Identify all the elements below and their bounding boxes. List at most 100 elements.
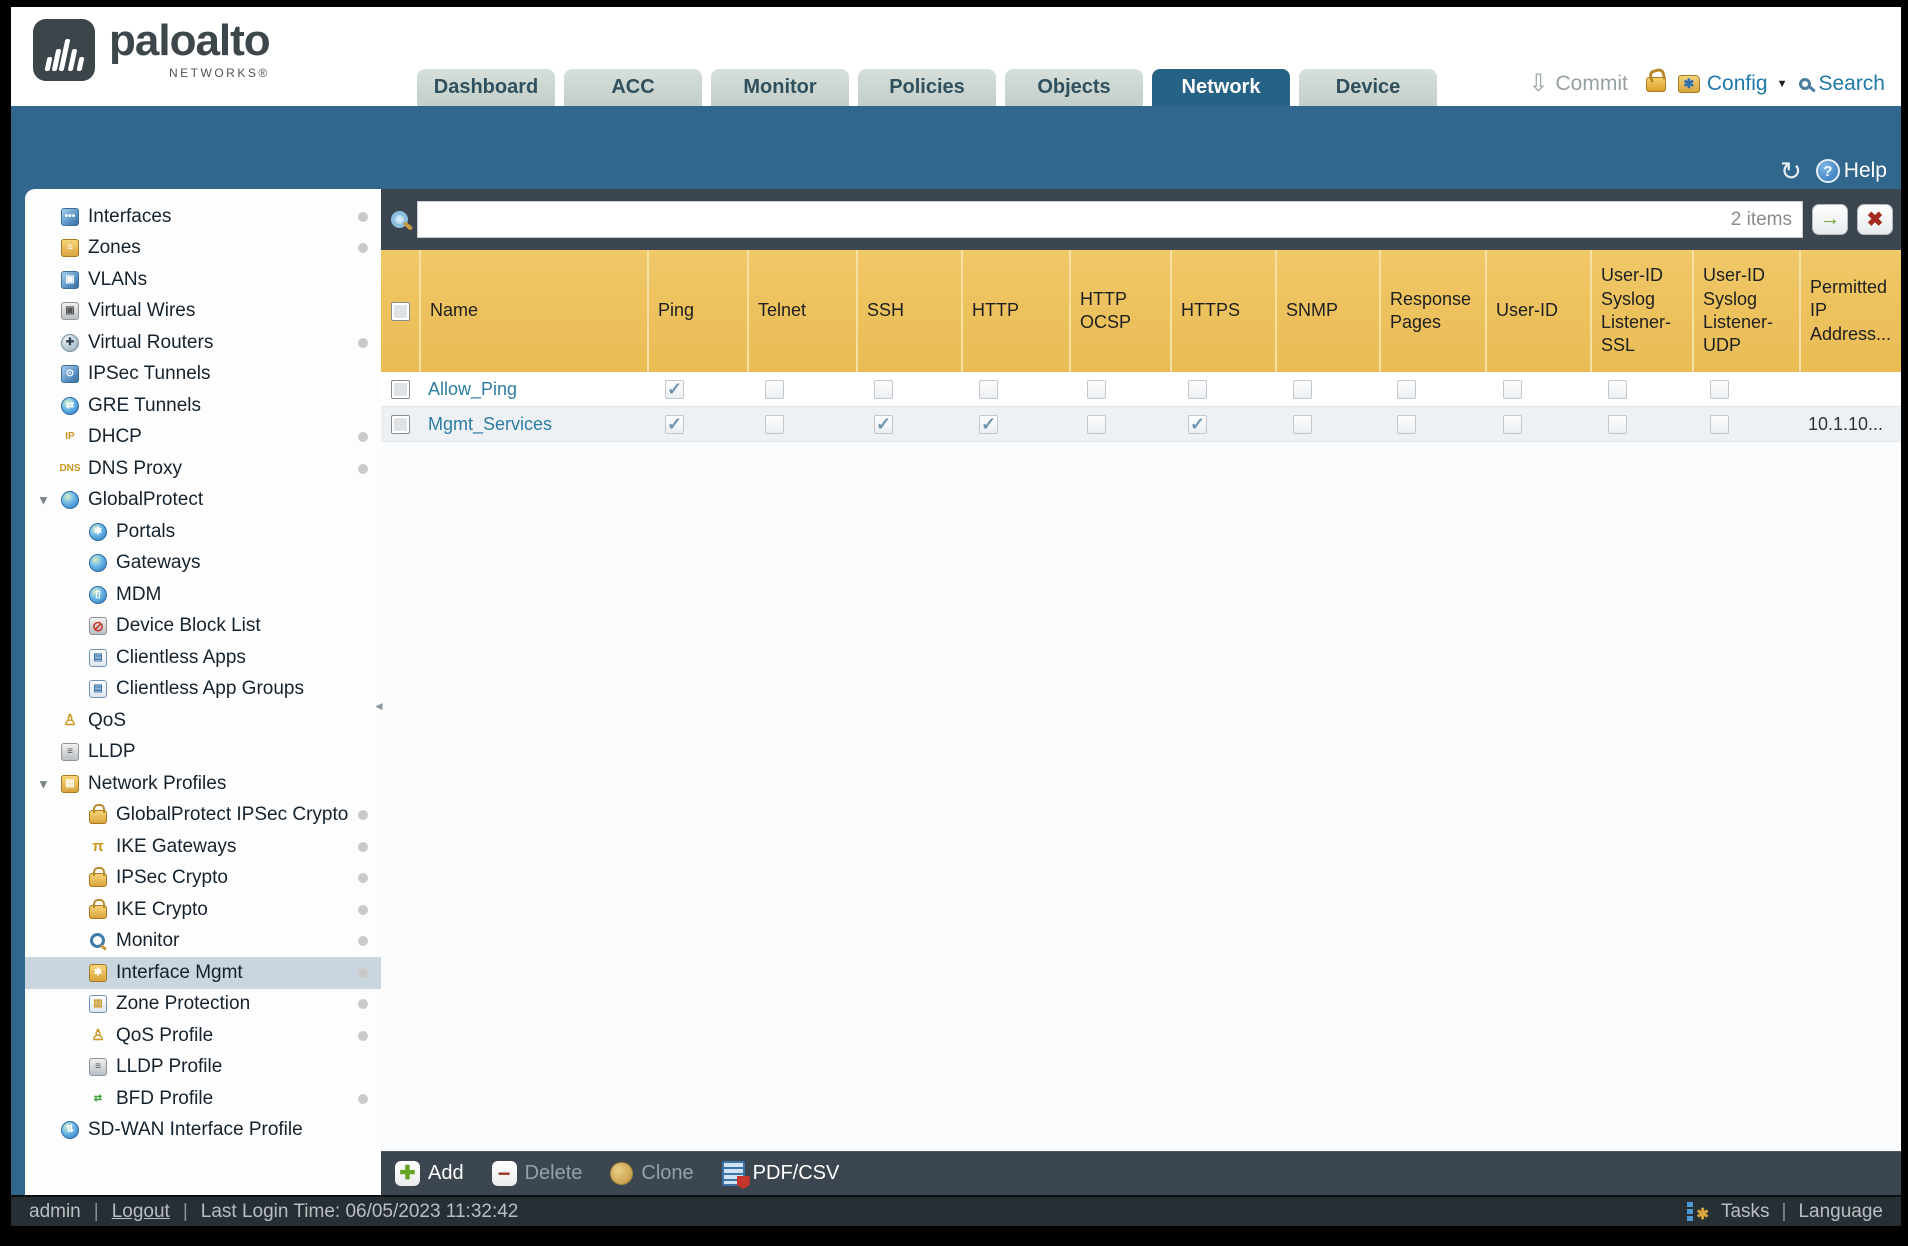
sidebar-item-ike-gateways[interactable]: π IKE Gateways	[25, 831, 381, 863]
expander-icon[interactable]: ▼	[37, 776, 50, 791]
sidebar-item-virtual-wires[interactable]: ▣ Virtual Wires	[25, 296, 381, 328]
logout-link[interactable]: Logout	[112, 1201, 170, 1223]
column-header-label: HTTP OCSP	[1080, 288, 1132, 332]
help-button[interactable]: ? Help	[1815, 159, 1887, 183]
tasks-button[interactable]: Tasks	[1721, 1201, 1770, 1223]
sidebar-item-lldp[interactable]: ≡ LLDP	[25, 737, 381, 769]
language-button[interactable]: Language	[1798, 1201, 1883, 1223]
row-name-link[interactable]: Allow_Ping	[428, 379, 517, 400]
interfaces-icon: •••	[61, 207, 79, 226]
sidebar-item-gre-tunnels[interactable]: ⇄ GRE Tunnels	[25, 390, 381, 422]
sidebar-item-globalprotect-ipsec-crypto[interactable]: GlobalProtect IPSec Crypto	[25, 800, 381, 832]
service-checkbox[interactable]	[1087, 379, 1106, 399]
sidebar-item-dhcp[interactable]: IP DHCP	[25, 422, 381, 454]
pdf-csv-button[interactable]: PDF/CSV	[721, 1161, 839, 1186]
last-login-time: Last Login Time: 06/05/2023 11:32:42	[200, 1200, 519, 1222]
sidebar-item-label: Virtual Wires	[88, 300, 196, 322]
sidebar-collapse-icon[interactable]: ◄	[373, 699, 385, 713]
sidebar-item-virtual-routers[interactable]: ✚ Virtual Routers	[25, 327, 381, 359]
service-checkbox[interactable]	[1293, 379, 1312, 399]
column-header-ping: Ping	[647, 250, 747, 372]
service-checkbox[interactable]	[1608, 379, 1627, 399]
logo-text: paloalto NETWORKS®	[109, 19, 271, 81]
sidebar-item-dns-proxy[interactable]: DNS DNS Proxy	[25, 453, 381, 485]
tab-dashboard[interactable]: Dashboard	[417, 69, 555, 106]
service-checkbox[interactable]	[1293, 414, 1312, 434]
filter-input[interactable]	[418, 202, 1802, 237]
service-checkbox[interactable]	[665, 379, 684, 399]
tab-policies[interactable]: Policies	[858, 69, 996, 106]
apply-filter-button[interactable]: →	[1812, 204, 1848, 235]
sidebar-item-clientless-app-groups[interactable]: ▤ Clientless App Groups	[25, 674, 381, 706]
sidebar-item-monitor[interactable]: Monitor	[25, 926, 381, 958]
service-checkbox[interactable]	[874, 414, 893, 434]
tab-network[interactable]: Network	[1152, 69, 1290, 106]
service-checkbox[interactable]	[979, 414, 998, 434]
column-header-http: HTTP	[961, 250, 1069, 372]
row-checkbox[interactable]	[390, 414, 410, 434]
brand-subtitle: NETWORKS®	[169, 66, 270, 80]
expander-icon[interactable]: ▼	[37, 493, 50, 508]
service-checkbox[interactable]	[665, 414, 684, 434]
service-checkbox[interactable]	[1608, 414, 1627, 434]
sidebar-item-interface-mgmt[interactable]: ✱ Interface Mgmt	[25, 957, 381, 989]
service-checkbox[interactable]	[1710, 414, 1729, 434]
sidebar-item-globalprotect[interactable]: ▼ GlobalProtect	[25, 485, 381, 517]
column-header-label: HTTP	[972, 300, 1019, 321]
table-header: Name Ping Telnet SSH HTTP HTTP OCSP HTTPS SNMP R…	[381, 250, 1901, 372]
sidebar-item-interfaces[interactable]: ••• Interfaces	[25, 201, 381, 233]
sidebar-item-lldp-profile[interactable]: ≡ LLDP Profile	[25, 1052, 381, 1084]
ipsec-crypto-icon	[89, 867, 107, 888]
service-checkbox[interactable]	[1188, 414, 1207, 434]
select-all-checkbox[interactable]	[390, 301, 410, 321]
sidebar-item-qos[interactable]: ♙ QoS	[25, 705, 381, 737]
tab-monitor[interactable]: Monitor	[711, 69, 849, 106]
row-checkbox[interactable]	[390, 379, 410, 399]
row-name-link[interactable]: Mgmt_Services	[428, 414, 552, 435]
sidebar-item-qos-profile[interactable]: ♙ QoS Profile	[25, 1020, 381, 1052]
sidebar-item-label: IKE Crypto	[116, 898, 208, 920]
sidebar-item-vlans[interactable]: ▣ VLANs	[25, 264, 381, 296]
network-profiles-icon: ▤	[61, 774, 79, 793]
tab-device[interactable]: Device	[1299, 69, 1437, 106]
global-search-button[interactable]: Search	[1799, 72, 1885, 96]
sidebar-item-device-block-list[interactable]: ⊘ Device Block List	[25, 611, 381, 643]
service-checkbox[interactable]	[765, 379, 784, 399]
config-icon: ✱	[1677, 75, 1700, 93]
sidebar-item-gateways[interactable]: Gateways	[25, 548, 381, 580]
service-checkbox[interactable]	[1397, 414, 1416, 434]
sidebar-item-mdm[interactable]: ▯ MDM	[25, 579, 381, 611]
service-checkbox[interactable]	[1188, 379, 1207, 399]
sidebar-item-portals[interactable]: ✱ Portals	[25, 516, 381, 548]
sidebar-item-ipsec-crypto[interactable]: IPSec Crypto	[25, 863, 381, 895]
clear-filter-button[interactable]: ✖	[1857, 204, 1893, 235]
column-header-name: Name	[419, 250, 647, 372]
service-checkbox[interactable]	[765, 414, 784, 434]
service-checkbox[interactable]	[1503, 379, 1522, 399]
column-header-label: SSH	[867, 300, 905, 321]
item-dot-indicator	[358, 873, 368, 884]
add-button[interactable]: ✚ Add	[395, 1161, 464, 1186]
service-checkbox[interactable]	[1397, 379, 1416, 399]
sidebar-item-ipsec-tunnels[interactable]: ⊙ IPSec Tunnels	[25, 359, 381, 391]
service-checkbox[interactable]	[874, 379, 893, 399]
service-checkbox[interactable]	[1710, 379, 1729, 399]
sidebar-item-zones[interactable]: ≡ Zones	[25, 233, 381, 265]
service-checkbox[interactable]	[979, 379, 998, 399]
service-checkbox[interactable]	[1503, 414, 1522, 434]
sidebar-item-ike-crypto[interactable]: IKE Crypto	[25, 894, 381, 926]
tab-acc[interactable]: ACC	[564, 69, 702, 106]
sidebar-item-clientless-apps[interactable]: ▤ Clientless Apps	[25, 642, 381, 674]
sidebar-item-sd-wan-interface-profile[interactable]: ⇅ SD-WAN Interface Profile	[25, 1115, 381, 1147]
tab-objects[interactable]: Objects	[1005, 69, 1143, 106]
sidebar-item-network-profiles[interactable]: ▼ ▤ Network Profiles	[25, 768, 381, 800]
service-checkbox[interactable]	[1087, 414, 1106, 434]
refresh-icon[interactable]: ↻	[1780, 158, 1802, 184]
config-menu-button[interactable]: ✱ Config ▼	[1677, 72, 1787, 96]
sidebar-item-bfd-profile[interactable]: ⇄ BFD Profile	[25, 1083, 381, 1115]
commit-button[interactable]: ⇩ Commit	[1528, 72, 1627, 96]
sidebar-item-zone-protection[interactable]: ▥ Zone Protection	[25, 989, 381, 1021]
sidebar-item-label: IPSec Tunnels	[88, 363, 211, 385]
lock-icon[interactable]	[1645, 76, 1666, 92]
item-dot-indicator	[358, 211, 368, 222]
